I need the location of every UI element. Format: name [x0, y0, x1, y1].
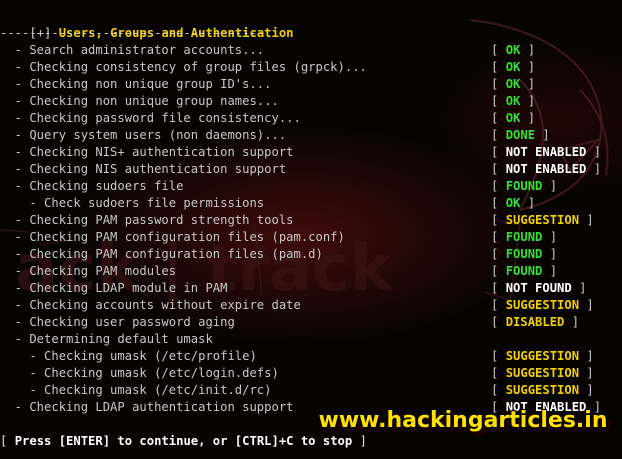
check-label: - Checking NIS+ authentication support: [0, 145, 294, 159]
check-row: - Search administrator accounts... [ OK ]: [0, 42, 622, 59]
check-label: - Checking PAM configuration files (pam.…: [0, 247, 323, 261]
check-row: - Checking PAM configuration files (pam.…: [0, 229, 622, 246]
status-badge: [ FOUND ]: [491, 247, 558, 261]
check-row: - Checking NIS authentication support [ N…: [0, 161, 622, 178]
status-badge: [ SUGGESTION ]: [491, 298, 594, 312]
header-separator: ------------------------------------: [0, 26, 265, 40]
check-label: - Checking password file consistency...: [0, 111, 301, 125]
status-value: FOUND: [505, 264, 543, 278]
check-row: - Checking non unique group ID's... [ OK …: [0, 76, 622, 93]
status-badge: [ SUGGESTION ]: [491, 366, 594, 380]
status-value: NOT FOUND: [505, 281, 572, 295]
check-label: - Checking non unique group names...: [0, 94, 279, 108]
status-value: OK: [505, 43, 521, 57]
check-row: - Checking umask (/etc/login.defs) [ SUGG…: [0, 365, 622, 382]
section-header: [+] Users, Groups and Authentication: [0, 8, 293, 40]
check-row: - Checking PAM modules [ FOUND ]: [0, 263, 622, 280]
status-value: OK: [505, 77, 521, 91]
status-value: OK: [505, 111, 521, 125]
status-badge: [ OK ]: [491, 77, 536, 91]
check-row: - Checking consistency of group files (g…: [0, 59, 622, 76]
check-row: - Check sudoers file permissions [ OK ]: [0, 195, 622, 212]
status-value: DISABLED: [505, 315, 565, 329]
status-badge: [ OK ]: [491, 60, 536, 74]
status-badge: [ NOT FOUND ]: [491, 281, 587, 295]
check-label: - Checking user password aging: [0, 315, 235, 329]
check-label: - Checking non unique group ID's...: [0, 77, 272, 91]
status-value: DONE: [505, 128, 536, 142]
status-badge: [ OK ]: [491, 111, 536, 125]
status-value: SUGGESTION: [505, 383, 580, 397]
status-badge: [ OK ]: [491, 94, 536, 108]
status-value: OK: [505, 94, 521, 108]
check-row: - Checking PAM password strength tools [ …: [0, 212, 622, 229]
continue-prompt[interactable]: [ Press [ENTER] to continue, or [CTRL]+C…: [0, 433, 367, 450]
check-row: - Checking accounts without expire date […: [0, 297, 622, 314]
prompt-open-bracket: [: [0, 434, 15, 448]
status-value: NOT ENABLED: [505, 162, 587, 176]
check-label: - Checking accounts without expire date: [0, 298, 301, 312]
terminal-window: [+] Users, Groups and Authentication ---…: [0, 0, 622, 459]
status-badge: [ SUGGESTION ]: [491, 349, 594, 363]
check-label: - Determining default umask: [0, 332, 213, 346]
watermark-text: www.hackingarticles.in: [318, 408, 608, 433]
status-value: FOUND: [505, 247, 543, 261]
check-row: - Determining default umask: [0, 331, 622, 348]
check-row: - Checking sudoers file [ FOUND ]: [0, 178, 622, 195]
status-badge: [ OK ]: [491, 43, 536, 57]
status-value: FOUND: [505, 230, 543, 244]
check-label: - Checking PAM configuration files (pam.…: [0, 230, 345, 244]
check-row: - Checking non unique group names... [ OK…: [0, 93, 622, 110]
check-label: - Checking NIS authentication support: [0, 162, 287, 176]
status-badge: [ DONE ]: [491, 128, 550, 142]
status-badge: [ NOT ENABLED ]: [491, 145, 602, 159]
check-label: - Checking PAM modules: [0, 264, 177, 278]
status-badge: [ FOUND ]: [491, 179, 558, 193]
status-badge: [ SUGGESTION ]: [491, 213, 594, 227]
status-value: SUGGESTION: [505, 366, 580, 380]
check-label: - Checking umask (/etc/profile): [0, 349, 257, 363]
status-value: FOUND: [505, 179, 543, 193]
check-label: - Checking PAM password strength tools: [0, 213, 294, 227]
check-row: - Checking user password aging [ DISABLED…: [0, 314, 622, 331]
status-badge: [ SUGGESTION ]: [491, 383, 594, 397]
check-row: - Checking PAM configuration files (pam.…: [0, 246, 622, 263]
status-value: SUGGESTION: [505, 298, 580, 312]
status-value: SUGGESTION: [505, 349, 580, 363]
status-badge: [ FOUND ]: [491, 230, 558, 244]
check-label: - Check sudoers file permissions: [0, 196, 265, 210]
check-label: - Checking LDAP module in PAM: [0, 281, 228, 295]
status-badge: [ DISABLED ]: [491, 315, 580, 329]
check-row: - Checking NIS+ authentication support [ …: [0, 144, 622, 161]
check-label: - Checking umask (/etc/init.d/rc): [0, 383, 272, 397]
status-value: OK: [505, 196, 521, 210]
check-label: - Checking sudoers file: [0, 179, 184, 193]
check-label: - Checking LDAP authentication support: [0, 400, 294, 414]
check-label: - Checking umask (/etc/login.defs): [0, 366, 279, 380]
check-label: - Query system users (non daemons)...: [0, 128, 287, 142]
status-badge: [ OK ]: [491, 196, 536, 210]
check-row: - Checking umask (/etc/profile) [ SUGGEST…: [0, 348, 622, 365]
status-badge: [ NOT ENABLED ]: [491, 162, 602, 176]
check-row: - Checking password file consistency... […: [0, 110, 622, 127]
status-badge: [ FOUND ]: [491, 264, 558, 278]
status-value: SUGGESTION: [505, 213, 580, 227]
check-label: - Checking consistency of group files (g…: [0, 60, 367, 74]
status-value: NOT ENABLED: [505, 145, 587, 159]
check-row: - Checking LDAP module in PAM [ NOT FOUND…: [0, 280, 622, 297]
status-value: OK: [505, 60, 521, 74]
prompt-text: Press [ENTER] to continue, or [CTRL]+C t…: [14, 434, 353, 448]
check-row: - Checking umask (/etc/init.d/rc) [ SUGGE…: [0, 382, 622, 399]
check-row: - Query system users (non daemons)... [ D…: [0, 127, 622, 144]
check-label: - Search administrator accounts...: [0, 43, 265, 57]
